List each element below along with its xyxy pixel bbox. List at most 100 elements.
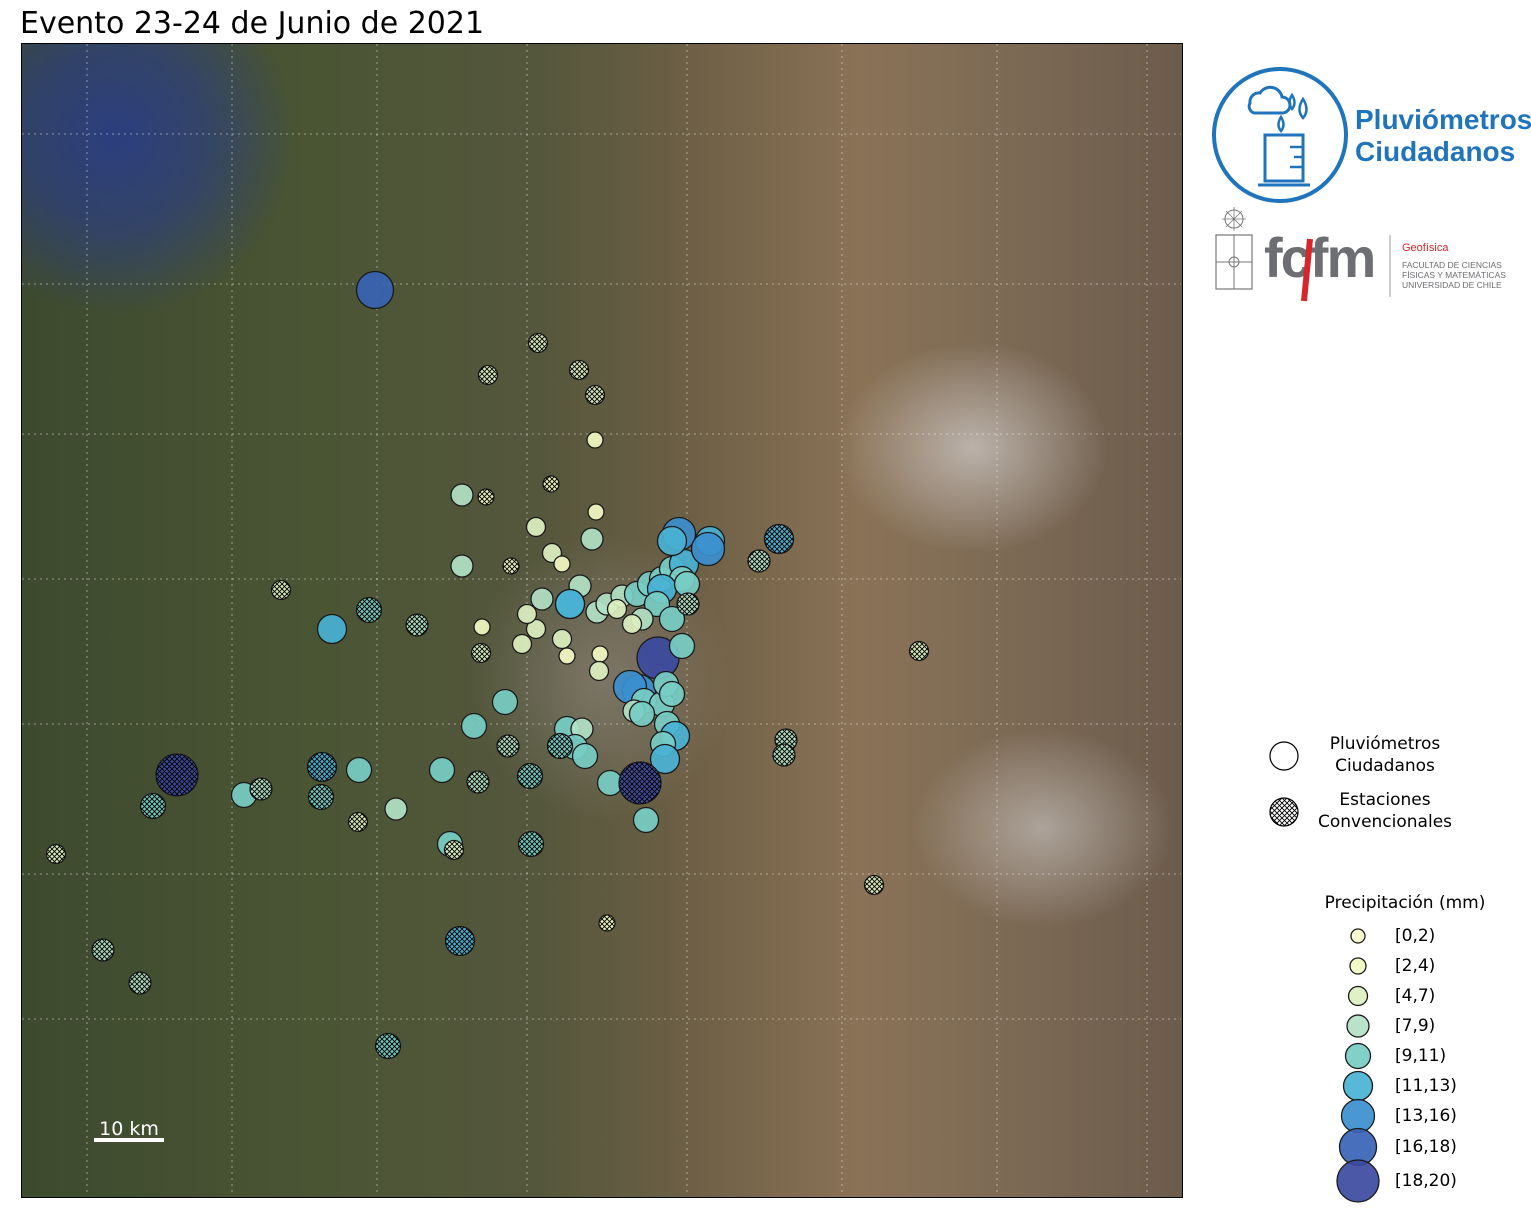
ciudadanos-station-marker[interactable] <box>586 431 604 449</box>
ciudadanos-station-marker[interactable] <box>656 525 688 557</box>
pluviometros-wordmark: Pluviómetros Ciudadanos <box>1355 104 1531 168</box>
ciudadanos-station-marker[interactable] <box>668 632 696 660</box>
convencional-station-marker-hatch <box>356 597 382 623</box>
ciudadanos-station-marker[interactable] <box>558 647 576 665</box>
legend-class-label: [7,9) <box>1395 1016 1436 1036</box>
legend-class-label: [2,4) <box>1395 956 1436 976</box>
ciudadanos-station-marker[interactable] <box>553 555 571 573</box>
pluviometros-logo <box>1212 67 1348 203</box>
convencional-station-marker-hatch <box>444 840 464 860</box>
convencional-station-marker-hatch <box>518 831 544 857</box>
ciudadanos-station-marker[interactable] <box>606 598 628 620</box>
ciudadanos-station-marker[interactable] <box>491 688 519 716</box>
convencional-station-marker-hatch <box>307 752 337 782</box>
ciudadanos-station-marker[interactable] <box>580 527 604 551</box>
convencional-station-marker-hatch <box>478 489 494 505</box>
convencional-station-marker-hatch <box>308 784 334 810</box>
legend-class-label: [16,18) <box>1395 1137 1457 1157</box>
fcfm-line3: UNIVERSIDAD DE CHILE <box>1402 280 1502 290</box>
station-layer: 10 km <box>22 44 1181 1196</box>
legend-convencionales-label: Estaciones Convencionales <box>1310 789 1460 833</box>
precipitation-legend-symbols <box>1336 928 1380 1203</box>
ciudadanos-station-marker[interactable] <box>587 503 605 521</box>
convencional-station-marker-hatch <box>478 365 498 385</box>
convencional-station-marker-hatch <box>585 385 605 405</box>
convencional-station-marker-hatch <box>764 524 794 554</box>
legend-class-label: [11,13) <box>1395 1076 1457 1096</box>
convencional-station-marker-hatch <box>467 771 489 793</box>
ciudadanos-station-marker[interactable] <box>658 680 686 708</box>
ciudadanos-station-marker[interactable] <box>516 603 538 625</box>
convencional-station-marker-hatch <box>471 643 491 663</box>
ciudadanos-station-marker[interactable] <box>473 618 491 636</box>
convencional-station-marker-hatch <box>517 763 543 789</box>
convencional-station-marker-hatch <box>543 476 559 492</box>
ciudadanos-station-marker[interactable] <box>621 613 643 635</box>
ciudadanos-station-marker[interactable] <box>588 660 610 682</box>
ciudadanos-station-marker[interactable] <box>525 516 547 538</box>
legend-ciudadanos-symbol <box>1269 741 1299 771</box>
ciudadanos-station-marker[interactable] <box>571 742 599 770</box>
convencional-station-marker-hatch <box>547 733 573 759</box>
convencional-station-marker-hatch <box>864 875 884 895</box>
fcfm-acronym: fcfm <box>1264 226 1374 289</box>
convencional-station-marker-hatch <box>503 558 519 574</box>
fcfm-line1: FACULTAD DE CIENCIAS <box>1402 260 1502 270</box>
legend-class-label: [18,20) <box>1395 1171 1457 1191</box>
convencional-station-marker-hatch <box>748 550 770 572</box>
convencional-station-marker-hatch <box>348 812 368 832</box>
ciudadanos-station-marker[interactable] <box>628 700 656 728</box>
convencional-station-marker-hatch <box>497 735 519 757</box>
convencional-station-marker-hatch <box>677 593 699 615</box>
ciudadanos-station-marker[interactable] <box>345 756 373 784</box>
satellite-map[interactable]: 10 km <box>21 43 1183 1198</box>
ciudadanos-station-marker[interactable] <box>530 587 554 611</box>
map-title: Evento 23-24 de Junio de 2021 <box>20 6 485 41</box>
legend-class-symbol <box>1344 1042 1372 1070</box>
legend-class-label: [9,11) <box>1395 1046 1447 1066</box>
ciudadanos-station-marker[interactable] <box>316 613 348 645</box>
convencional-station-marker-hatch <box>156 754 198 796</box>
convencional-station-marker-hatch <box>619 762 661 804</box>
convencionales-points <box>45 332 930 1060</box>
legend-convencionales-symbol <box>1269 797 1299 827</box>
convencional-station-marker-hatch <box>909 641 929 661</box>
legend-class-label: [4,7) <box>1395 986 1436 1006</box>
convencional-station-marker-hatch <box>445 926 475 956</box>
ciudadanos-station-marker[interactable] <box>428 756 456 784</box>
convencional-station-marker-hatch <box>92 939 114 961</box>
fcfm-department: Geofísica <box>1402 242 1449 254</box>
ciudadanos-station-marker[interactable] <box>551 628 573 650</box>
ciudadanos-station-marker[interactable] <box>554 588 586 620</box>
ciudadanos-station-marker[interactable] <box>384 797 408 821</box>
ciudadanos-station-marker[interactable] <box>690 531 726 567</box>
convencional-station-marker-hatch <box>250 778 272 800</box>
ciudadanos-station-marker[interactable] <box>460 712 488 740</box>
convencional-station-marker-hatch <box>140 793 166 819</box>
convencional-station-marker-hatch <box>599 915 615 931</box>
precipitation-legend-title: Precipitación (mm) <box>1324 893 1486 913</box>
legend-class-symbol <box>1350 928 1366 944</box>
ciudadanos-station-marker[interactable] <box>450 483 474 507</box>
legend-convencionales-line2: Convencionales <box>1317 812 1453 832</box>
legend-convencionales-line1: Estaciones <box>1339 790 1431 810</box>
pluviometros-line2: Ciudadanos <box>1355 136 1516 167</box>
convencional-station-marker-hatch <box>271 580 291 600</box>
university-seal-icon <box>1215 207 1253 290</box>
convencional-station-marker-hatch <box>773 744 795 766</box>
pluviometros-line1: Pluviómetros <box>1355 104 1531 135</box>
legend-class-symbol <box>1336 1159 1380 1203</box>
fcfm-logo: fcfm Geofísica FACULTAD DE CIENCIAS FÍSI… <box>1215 207 1506 302</box>
convencional-station-marker-hatch <box>46 844 66 864</box>
legend-ciudadanos-line1: Pluviómetros <box>1329 734 1441 754</box>
ciudadanos-station-marker[interactable] <box>450 554 474 578</box>
ciudadanos-station-marker[interactable] <box>591 645 609 663</box>
legend-class-symbol <box>1342 1070 1374 1102</box>
ciudadanos-station-marker[interactable] <box>632 806 660 834</box>
legend-class-symbol <box>1340 1098 1376 1134</box>
ciudadanos-station-marker[interactable] <box>511 633 533 655</box>
legend-ciudadanos-line2: Ciudadanos <box>1335 756 1435 776</box>
scale-bar-label: 10 km <box>99 1118 159 1140</box>
ciudadanos-station-marker[interactable] <box>355 270 395 310</box>
legend-class-label: [0,2) <box>1395 926 1436 946</box>
